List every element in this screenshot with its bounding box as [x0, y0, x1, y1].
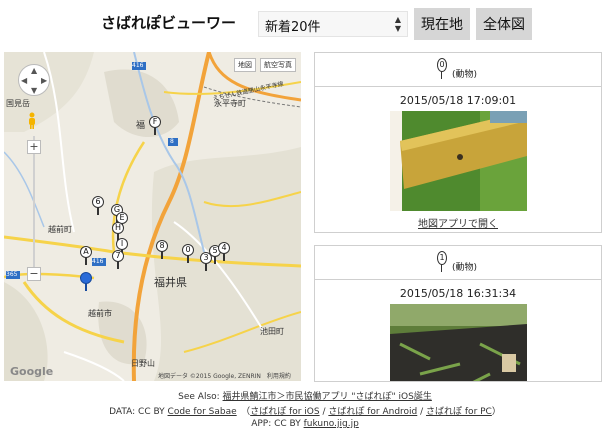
- google-logo: Google: [10, 365, 54, 378]
- filter-selected-value: 新着20件: [265, 20, 321, 35]
- footer-see-also: See Also: 福井県鯖江市＞市民協働アプリ "さばれぽ" iOS誕生: [0, 389, 610, 402]
- map-marker-6[interactable]: 6: [92, 196, 104, 215]
- report-photo-image: [389, 304, 527, 381]
- fukuno-link[interactable]: fukuno.jig.jp: [304, 419, 359, 429]
- sabarepo-pc-link[interactable]: さばれぽ for PC: [426, 407, 492, 417]
- paren-close: ）: [491, 407, 501, 417]
- report-date: 2015/05/18 16:31:34: [399, 287, 517, 300]
- app-title: さばれぽビューワー: [101, 14, 237, 32]
- place-kunimi: 国見岳: [6, 99, 30, 108]
- sabarepo-ios-link[interactable]: さばれぽ for iOS: [250, 407, 319, 417]
- maptype-map-button[interactable]: 地図: [234, 58, 256, 72]
- data-license-label: DATA: CC BY: [109, 407, 168, 417]
- place-echizenshi: 越前市: [88, 309, 112, 318]
- open-map-app-link[interactable]: 地図アプリで開く: [315, 215, 601, 230]
- map-marker-4[interactable]: 4: [218, 242, 230, 261]
- report-marker-icon: 1: [437, 251, 447, 273]
- route-416-label: 416: [132, 62, 144, 69]
- maptype-aerial-button[interactable]: 航空写真: [260, 58, 296, 72]
- app-license-label: APP: CC BY: [251, 419, 304, 429]
- overview-button[interactable]: 全体図: [476, 8, 532, 40]
- map-tiles: [4, 52, 301, 381]
- place-ikeda: 池田町: [260, 327, 284, 336]
- map-marker-7[interactable]: 7: [112, 250, 124, 269]
- street-view-pegman-icon[interactable]: [27, 112, 37, 130]
- select-arrows-icon: ▲ ▼: [394, 15, 401, 33]
- filter-select[interactable]: 新着20件 ▲ ▼: [258, 11, 408, 37]
- footer-data: DATA: CC BY Code for Sabae （さばれぽ for iOS…: [0, 404, 610, 417]
- current-location-button[interactable]: 現在地: [414, 8, 470, 40]
- map-marker-A[interactable]: A: [80, 246, 92, 265]
- map-marker-0[interactable]: 0: [182, 244, 194, 263]
- map-marker-3[interactable]: 3: [200, 252, 212, 271]
- place-echizencho: 越前町: [48, 225, 72, 234]
- code-for-sabae-link[interactable]: Code for Sabae: [168, 407, 237, 417]
- zoom-slider-track[interactable]: [33, 136, 35, 276]
- report-card-header: 1 (動物): [315, 246, 601, 280]
- see-also-link[interactable]: 福井県鯖江市＞市民協働アプリ "さばれぽ" iOS誕生: [223, 392, 432, 402]
- map-marker-selected[interactable]: [80, 272, 92, 291]
- report-photo-image: [389, 111, 527, 211]
- map-marker-8[interactable]: 8: [156, 240, 168, 259]
- prefecture-label: 福井県: [154, 276, 187, 289]
- place-fuku: 福: [136, 121, 146, 131]
- footer-app: APP: CC BY fukuno.jig.jp: [0, 419, 610, 429]
- report-photo[interactable]: [389, 111, 527, 211]
- pan-control[interactable]: ▲ ▼ ◀ ▶: [18, 64, 50, 96]
- report-card: 1 (動物) 2015/05/18 16:31:34: [314, 245, 602, 382]
- report-category: (動物): [452, 70, 478, 80]
- map-attribution[interactable]: 地図データ ©2015 Google, ZENRIN 利用規約: [158, 371, 291, 380]
- paren-open: （: [236, 407, 251, 417]
- sabarepo-android-link[interactable]: さばれぽ for Android: [328, 407, 417, 417]
- separator: /: [417, 407, 427, 417]
- report-photo[interactable]: [389, 304, 527, 381]
- see-also-label: See Also:: [178, 392, 223, 402]
- report-marker-icon: 0: [437, 58, 447, 80]
- route-8-label: 8: [170, 138, 174, 145]
- place-hinoyama: 日野山: [131, 359, 155, 368]
- zoom-out-button[interactable]: −: [27, 267, 41, 281]
- report-card: 0 (動物) 2015/05/18 17:09:01 地図アプリで開く: [314, 52, 602, 233]
- map-marker-F[interactable]: F: [149, 116, 161, 135]
- report-category: (動物): [452, 263, 478, 273]
- route-365-label: 365: [6, 271, 18, 278]
- report-date: 2015/05/18 17:09:01: [399, 94, 517, 107]
- route-416b-label: 416: [92, 258, 104, 265]
- zoom-in-button[interactable]: +: [27, 140, 41, 154]
- report-card-header: 0 (動物): [315, 53, 601, 87]
- map-view[interactable]: 416 416 365 8 国見岳 福 永平寺町 えちぜん鉄道勝山永平寺線 越前…: [4, 52, 301, 381]
